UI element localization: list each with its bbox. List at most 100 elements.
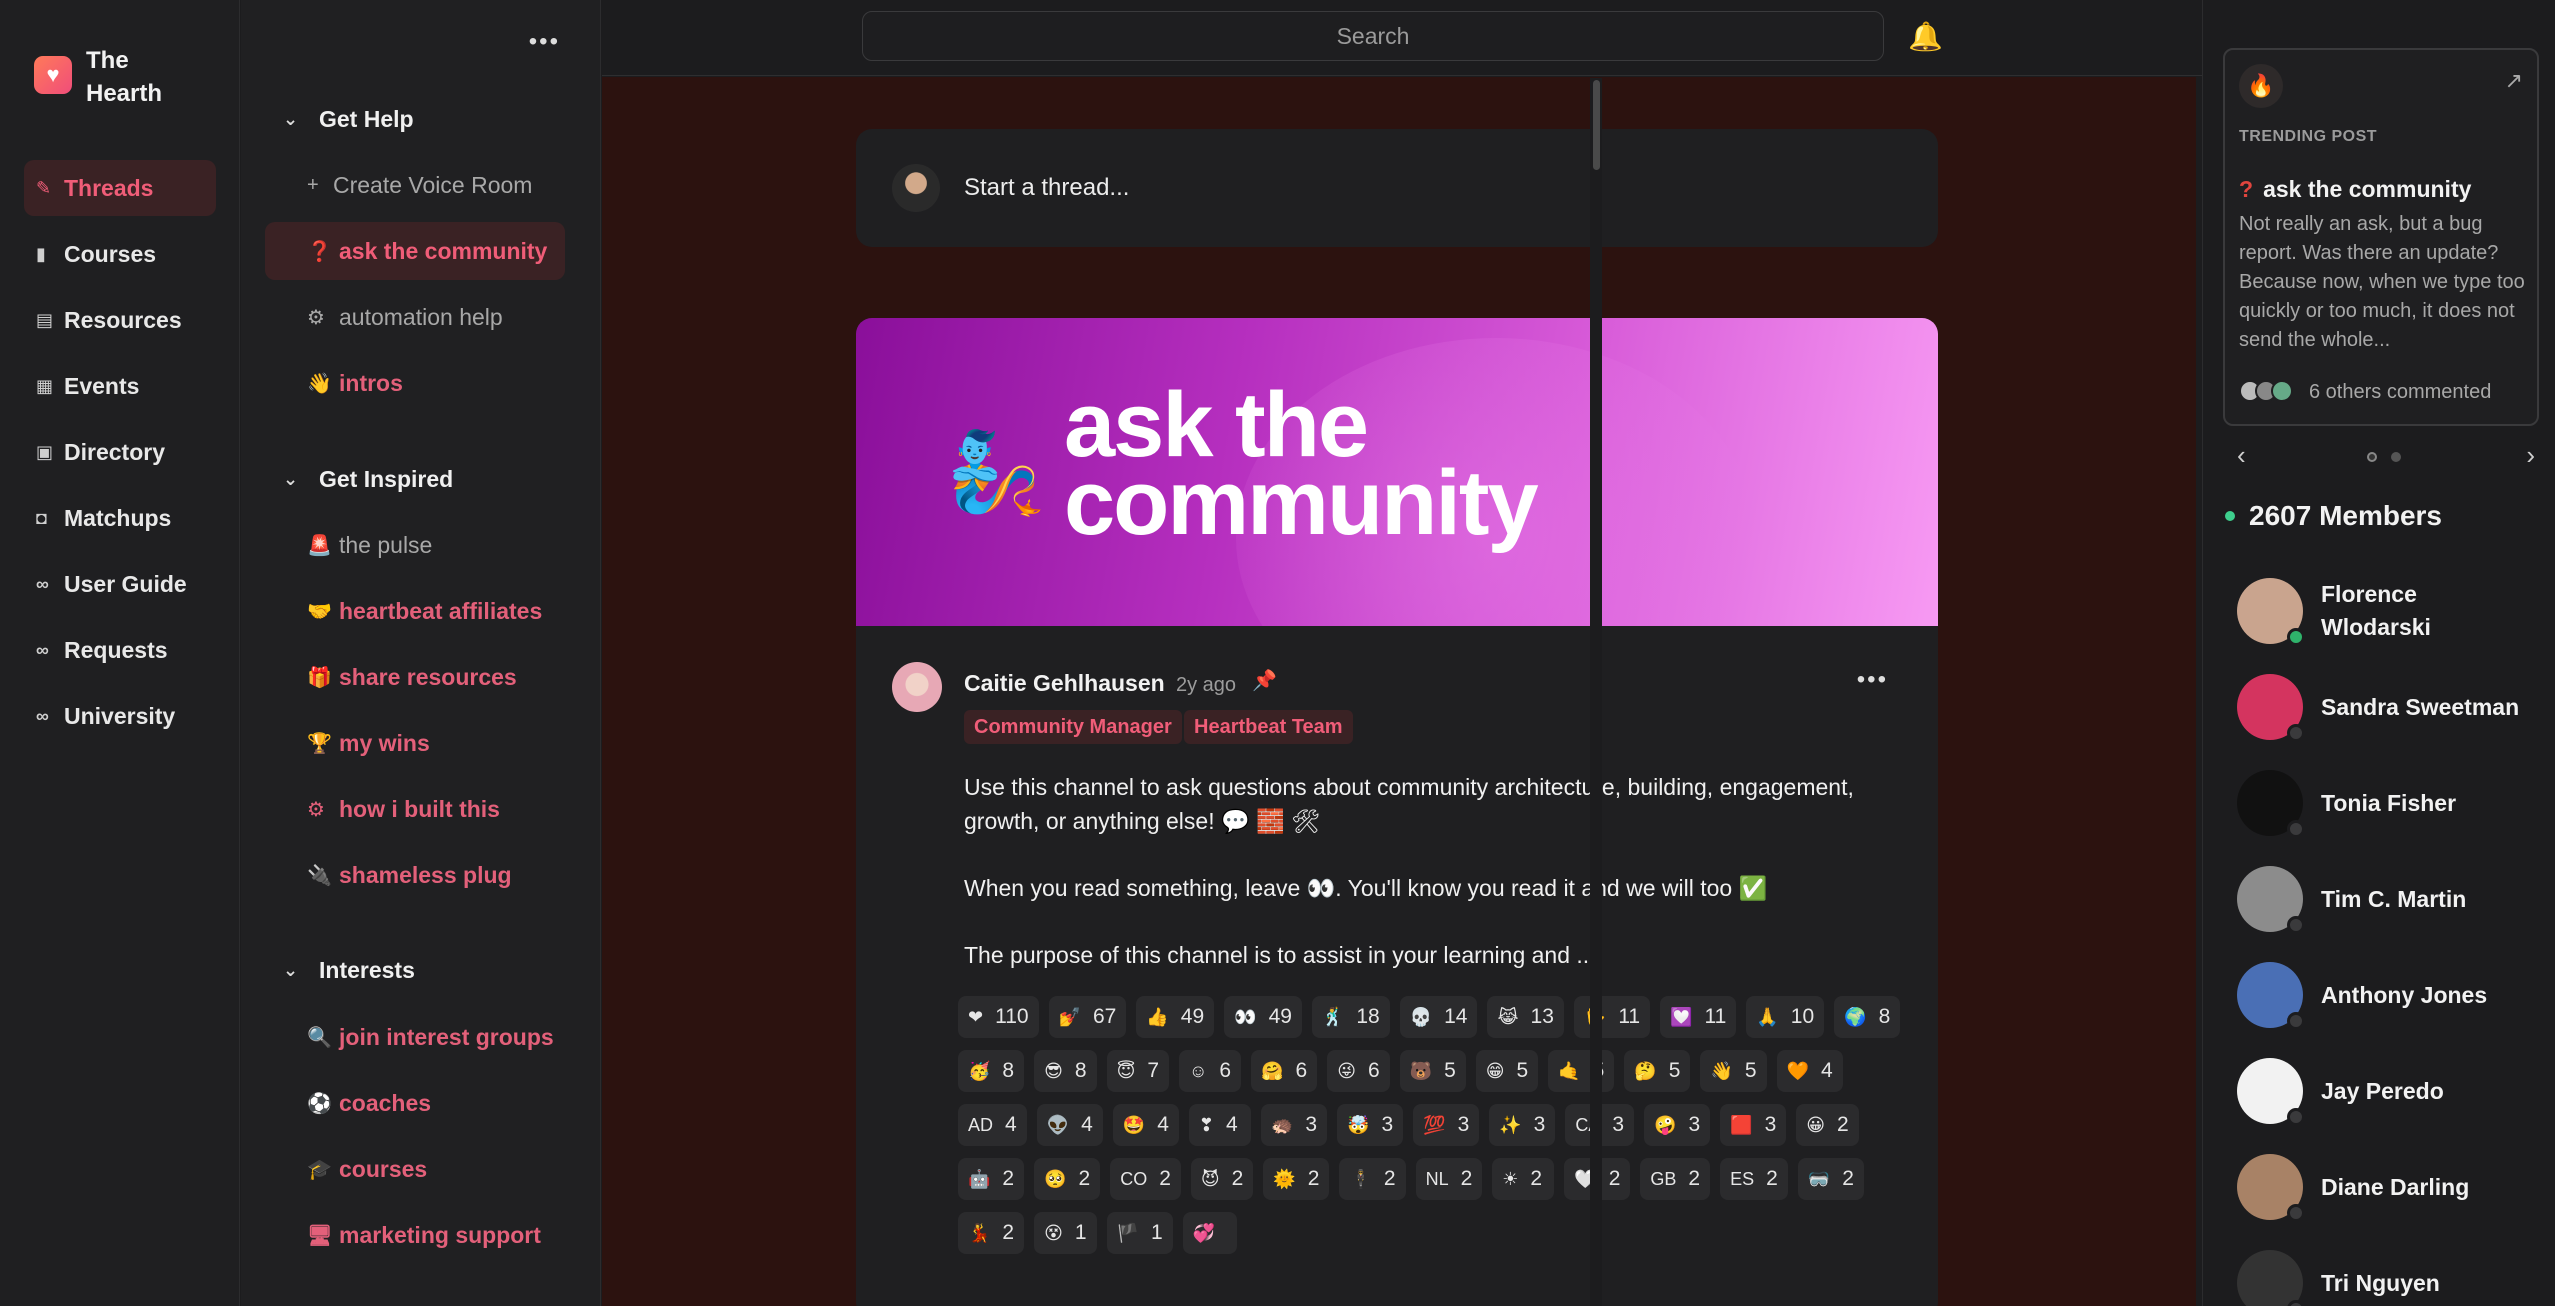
reaction-chip[interactable]: 🤖 2 — [958, 1158, 1025, 1200]
nav-item-courses[interactable]: ▮ Courses — [24, 226, 216, 282]
member-row[interactable]: Jay Peredo — [2237, 1058, 2521, 1126]
reaction-chip[interactable]: NL 2 — [1415, 1158, 1483, 1200]
reaction-chip[interactable]: 🥺 2 — [1034, 1158, 1101, 1200]
search-input[interactable]: Search — [862, 11, 1884, 61]
external-link-icon[interactable]: ↗ — [2505, 68, 2523, 94]
reaction-chip[interactable]: 😎 8 — [1034, 1050, 1097, 1092]
nav-item-events[interactable]: ▦ Events — [24, 358, 216, 414]
reaction-chip[interactable]: 🤯 3 — [1337, 1104, 1404, 1146]
nav-item-university[interactable]: ∞ University — [24, 688, 216, 744]
reaction-chip[interactable]: 👋 5 — [1700, 1050, 1767, 1092]
channel-the-pulse[interactable]: 🚨 the pulse — [265, 516, 565, 574]
reaction-chip[interactable]: 🏴 1 — [1106, 1212, 1173, 1254]
reaction-chip[interactable]: 👀 49 — [1224, 996, 1302, 1038]
channel-label: intros — [339, 369, 403, 396]
channel-share-resources[interactable]: 🎁 share resources — [265, 648, 565, 706]
more-options-button[interactable]: ••• — [529, 28, 560, 56]
reaction-chip[interactable]: 🥳 8 — [958, 1050, 1025, 1092]
group-get-help[interactable]: ⌄ Get Help — [283, 106, 414, 133]
author-name[interactable]: Caitie Gehlhausen — [964, 670, 1165, 697]
reaction-chip[interactable]: CO 2 — [1110, 1158, 1181, 1200]
nav-item-matchups[interactable]: ◘ Matchups — [24, 490, 216, 546]
reaction-chip[interactable]: 🟥 3 — [1720, 1104, 1787, 1146]
group-interests[interactable]: ⌄ Interests — [283, 957, 415, 984]
reaction-chip[interactable]: 😇 7 — [1106, 1050, 1170, 1092]
brand[interactable]: ♥ The Hearth — [34, 44, 206, 110]
channel-heartbeat-affiliates[interactable]: 🤝 heartbeat affiliates — [265, 582, 565, 640]
reaction-chip[interactable]: 💃 2 — [958, 1212, 1025, 1254]
reaction-chip[interactable]: 🌞 2 — [1263, 1158, 1330, 1200]
nav-item-user-guide[interactable]: ∞ User Guide — [24, 556, 216, 612]
carousel-next-button[interactable]: › — [2526, 440, 2535, 471]
reaction-chip[interactable]: 😵 1 — [1034, 1212, 1097, 1254]
carousel-dot[interactable] — [2391, 452, 2401, 462]
carousel-prev-button[interactable]: ‹ — [2237, 440, 2246, 471]
channel-coaches[interactable]: ⚽ coaches — [265, 1074, 565, 1132]
member-row[interactable]: Diane Darling — [2237, 1154, 2521, 1222]
member-row[interactable]: Tim C. Martin — [2237, 866, 2521, 934]
post-options-button[interactable]: ••• — [1857, 666, 1888, 694]
reaction-chip[interactable]: GB 2 — [1640, 1158, 1711, 1200]
channel-marketing-support[interactable]: 🖥 marketing support — [265, 1206, 565, 1264]
channel-intros[interactable]: 👋 intros — [265, 354, 565, 412]
member-row[interactable]: Tonia Fisher — [2237, 770, 2521, 838]
reaction-chip[interactable]: 🕴 2 — [1339, 1158, 1406, 1200]
member-row[interactable]: Tri Nguyen — [2237, 1250, 2521, 1306]
reaction-chip[interactable]: 💀 14 — [1399, 996, 1478, 1038]
channel-my-wins[interactable]: 🏆 my wins — [265, 714, 565, 772]
carousel-dot[interactable] — [2367, 452, 2377, 462]
channel-courses[interactable]: 🎓 courses — [265, 1140, 565, 1198]
channel-how-i-built-this[interactable]: ⚙ how i built this — [265, 780, 565, 838]
group-get-inspired[interactable]: ⌄ Get Inspired — [283, 466, 453, 493]
member-row[interactable]: Sandra Sweetman — [2237, 674, 2521, 742]
reaction-chip[interactable]: AD 4 — [958, 1104, 1027, 1146]
reaction-chip[interactable]: 🌍 8 — [1834, 996, 1901, 1038]
reaction-chip[interactable]: 👽 4 — [1036, 1104, 1103, 1146]
reaction-chip[interactable]: 👍 49 — [1136, 996, 1215, 1038]
bell-icon[interactable]: 🔔 — [1908, 20, 1943, 53]
create-voice-room-button[interactable]: + Create Voice Room — [265, 156, 565, 214]
reaction-chip[interactable]: 🤪 3 — [1644, 1104, 1711, 1146]
thread-composer[interactable]: Start a thread... — [856, 129, 1938, 247]
channel-shameless-plug[interactable]: 🔌 shameless plug — [265, 846, 565, 904]
nav-item-requests[interactable]: ∞ Requests — [24, 622, 216, 678]
channel-join-interest-groups[interactable]: 🔍 join interest groups — [265, 1008, 565, 1066]
reaction-chip[interactable]: 🖖11 — [1573, 996, 1651, 1038]
nav-item-threads[interactable]: ✎ Threads — [24, 160, 216, 216]
reaction-chip[interactable]: 🤔 5 — [1624, 1050, 1691, 1092]
reaction-chip[interactable]: 🤗 6 — [1251, 1050, 1318, 1092]
reaction-chip[interactable]: ❣ 4 — [1188, 1104, 1251, 1146]
feed-scrollbar[interactable] — [1590, 78, 1602, 1306]
member-row[interactable]: Florence Wlodarski — [2237, 578, 2521, 646]
reaction-chip[interactable]: 🤙5 — [1548, 1050, 1615, 1092]
reaction-chip[interactable]: 😜 6 — [1327, 1050, 1390, 1092]
reaction-chip[interactable]: 😹 13 — [1487, 996, 1564, 1038]
reaction-chip[interactable]: 🐻 5 — [1399, 1050, 1466, 1092]
reaction-chip[interactable]: 😈 2 — [1190, 1158, 1254, 1200]
reaction-chip[interactable]: ❤ 110 — [958, 996, 1039, 1038]
trending-post-card[interactable]: 🔥 ↗ TRENDING POST ? ask the community Not… — [2223, 48, 2539, 426]
reaction-chip[interactable]: 🥽 2 — [1797, 1158, 1864, 1200]
reaction-chip[interactable]: 😀 2 — [1796, 1104, 1859, 1146]
reaction-chip[interactable]: ES 2 — [1720, 1158, 1788, 1200]
member-row[interactable]: Anthony Jones — [2237, 962, 2521, 1030]
reaction-chip[interactable]: 💞 — [1182, 1212, 1238, 1254]
reaction-chip[interactable]: 😁 5 — [1475, 1050, 1539, 1092]
reaction-chip[interactable]: 🕺 18 — [1311, 996, 1390, 1038]
reaction-chip[interactable]: 🦔 3 — [1260, 1104, 1328, 1146]
reaction-chip[interactable]: 💯 3 — [1413, 1104, 1480, 1146]
reaction-chip[interactable]: 💟 11 — [1660, 996, 1737, 1038]
author-avatar[interactable] — [892, 662, 942, 712]
reaction-chip[interactable]: ✨ 3 — [1489, 1104, 1556, 1146]
nav-item-directory[interactable]: ▣ Directory — [24, 424, 216, 480]
reaction-chip[interactable]: ☀ 2 — [1492, 1158, 1555, 1200]
reaction-chip[interactable]: 💅 67 — [1048, 996, 1127, 1038]
channel-automation-help[interactable]: ⚙ automation help — [265, 288, 565, 346]
scrollbar-thumb[interactable] — [1593, 80, 1600, 170]
nav-item-resources[interactable]: ▤ Resources — [24, 292, 216, 348]
reaction-chip[interactable]: ☺ 6 — [1179, 1050, 1242, 1092]
channel-ask-the-community[interactable]: ❓ ask the community — [265, 222, 565, 280]
reaction-chip[interactable]: 🤩 4 — [1112, 1104, 1179, 1146]
reaction-chip[interactable]: 🙏 10 — [1746, 996, 1825, 1038]
reaction-chip[interactable]: 🧡 4 — [1776, 1050, 1843, 1092]
